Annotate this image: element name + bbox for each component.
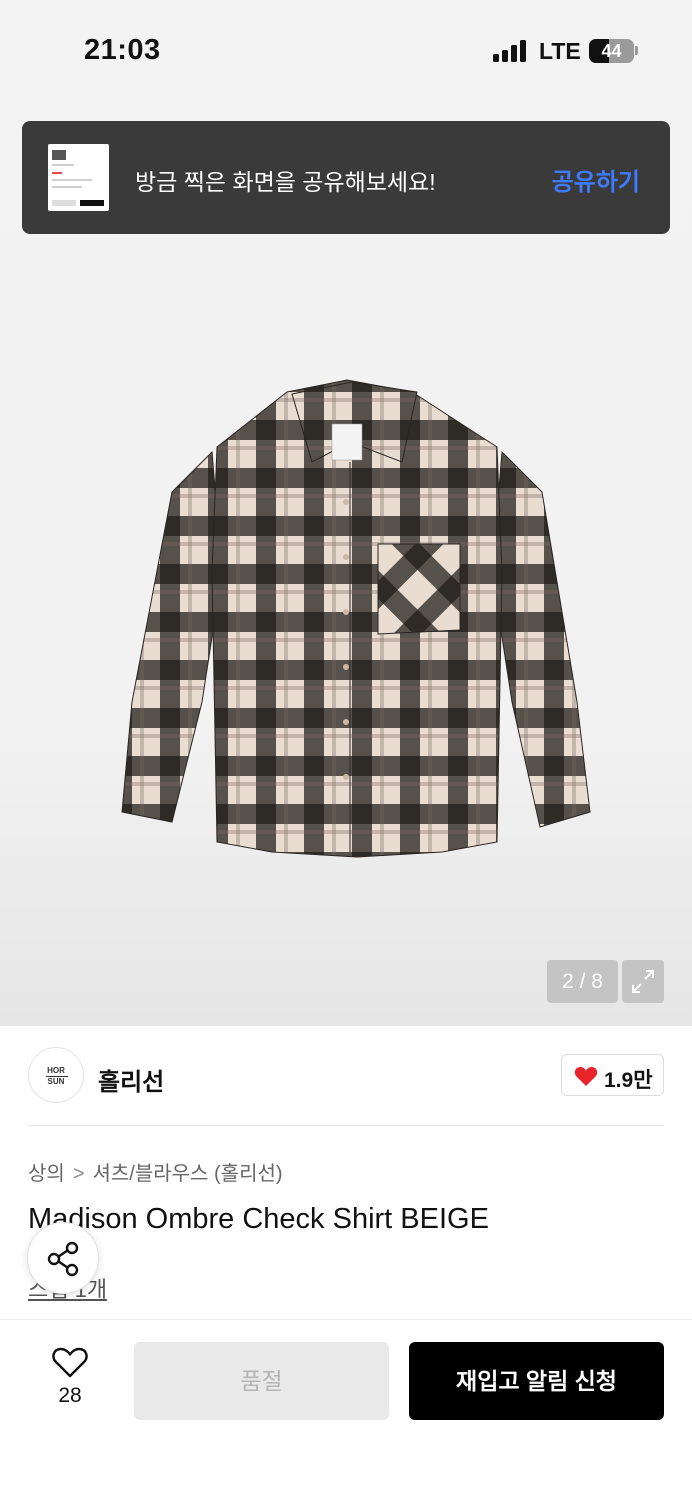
wishlist-count: 28	[58, 1384, 82, 1407]
brand-logo-line2: SUN	[47, 1077, 65, 1086]
product-image[interactable]	[112, 372, 602, 867]
toast-message: 방금 찍은 화면을 공유해보세요!	[135, 169, 436, 195]
share-icon	[47, 1241, 79, 1277]
product-hero: 21:03 LTE 44 방금 찍은 화면을 공유해보세요! 공유하기 2 / …	[0, 0, 692, 1026]
battery-level: 44	[601, 41, 622, 61]
screenshot-thumbnail[interactable]	[48, 144, 109, 211]
image-pager: 2 / 8	[547, 960, 618, 1003]
battery-icon: 44	[589, 39, 634, 63]
network-type: LTE	[539, 38, 581, 64]
brand-logo[interactable]: HOR SUN	[28, 1047, 84, 1103]
brand-like-count: 1.9만	[604, 1069, 653, 1092]
signal-icon	[493, 40, 527, 62]
restock-alert-button[interactable]: 재입고 알림 신청	[409, 1342, 664, 1420]
share-button[interactable]	[27, 1222, 99, 1294]
share-now-button[interactable]: 공유하기	[552, 162, 640, 197]
breadcrumb: 상의 > 셔츠/블라우스 (홀리선)	[28, 1157, 283, 1186]
expand-icon[interactable]	[622, 960, 664, 1003]
brand-logo-line1: HOR	[47, 1066, 65, 1075]
product-title: Madison Ombre Check Shirt BEIGE	[28, 1203, 489, 1235]
battery-tip	[635, 46, 638, 55]
breadcrumb-category[interactable]: 상의	[28, 1163, 65, 1185]
breadcrumb-separator: >	[72, 1163, 85, 1185]
section-divider	[28, 1125, 664, 1126]
screenshot-share-toast: 방금 찍은 화면을 공유해보세요! 공유하기	[22, 121, 670, 234]
wishlist-button[interactable]: 28	[40, 1346, 100, 1416]
heart-filled-icon	[574, 1066, 598, 1086]
soldout-button[interactable]: 품절	[134, 1342, 389, 1420]
heart-outline-icon	[52, 1347, 88, 1378]
status-time: 21:03	[84, 34, 161, 66]
brand-like-button[interactable]: 1.9만	[561, 1054, 664, 1096]
bottom-action-bar: 28 품절 재입고 알림 신청	[0, 1319, 692, 1500]
breadcrumb-subcategory[interactable]: 셔츠/블라우스 (홀리선)	[93, 1163, 283, 1185]
brand-name[interactable]: 홀리선	[98, 1062, 164, 1097]
